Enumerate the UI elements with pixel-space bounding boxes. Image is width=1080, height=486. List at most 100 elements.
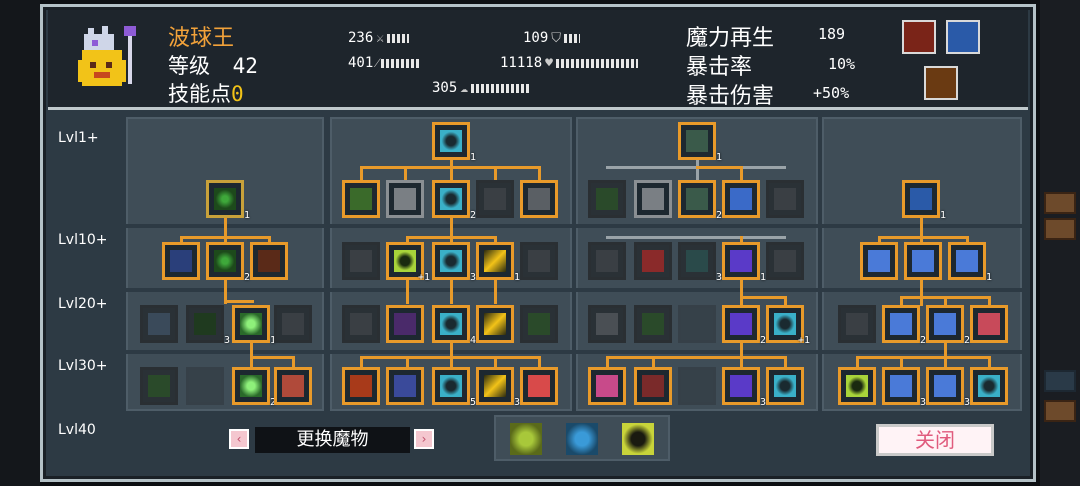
- skill-node[interactable]: 3: [722, 367, 766, 408]
- water-monster-icon[interactable]: [566, 423, 598, 455]
- skill-node[interactable]: 1: [948, 242, 992, 283]
- skill-node-locked[interactable]: 3: [186, 305, 230, 346]
- skill-node[interactable]: [342, 367, 380, 405]
- skill-node[interactable]: [634, 180, 672, 218]
- skill-node[interactable]: [722, 180, 760, 218]
- skill-node[interactable]: [386, 305, 424, 343]
- skill-node[interactable]: [476, 305, 514, 343]
- tree-connector: [856, 356, 990, 359]
- skill-node-locked[interactable]: [588, 305, 626, 343]
- skill-node[interactable]: [860, 242, 898, 280]
- purple-shield-icon: [730, 313, 752, 335]
- staff-icon: ⁄: [376, 56, 379, 71]
- skill-node[interactable]: 3: [926, 367, 970, 408]
- skill-node-locked[interactable]: [838, 305, 876, 343]
- skill-node[interactable]: [904, 242, 942, 280]
- heart-icon: [282, 313, 304, 335]
- skill-node[interactable]: [970, 305, 1008, 343]
- skill-node[interactable]: [386, 367, 424, 405]
- skill-node-locked[interactable]: [274, 305, 312, 343]
- skill-node-locked[interactable]: [520, 305, 558, 343]
- skill-node[interactable]: [520, 180, 558, 218]
- skill-node[interactable]: 3: [882, 367, 926, 408]
- skill-node[interactable]: [342, 180, 380, 218]
- skill-node[interactable]: 5: [432, 367, 476, 408]
- spore-icon: [214, 188, 236, 210]
- skill-node[interactable]: [970, 367, 1008, 405]
- tree-connector: [360, 356, 540, 359]
- skill-node-locked[interactable]: [588, 180, 626, 218]
- boot-icon: [528, 188, 550, 210]
- skill-node[interactable]: 1: [678, 122, 722, 163]
- defense-buff-icon[interactable]: [946, 20, 980, 54]
- skill-node[interactable]: +1: [766, 305, 810, 346]
- skill-node[interactable]: 3: [476, 367, 520, 408]
- leaf-monster-icon[interactable]: [510, 423, 542, 455]
- skill-node[interactable]: 1: [722, 242, 766, 283]
- wolf-icon: [642, 188, 664, 210]
- skill-node[interactable]: [386, 180, 424, 218]
- tree-connector: [406, 280, 409, 304]
- hero-avatar: [78, 26, 136, 86]
- skill-node[interactable]: 1: [432, 122, 476, 163]
- skill-node-locked[interactable]: [678, 305, 716, 343]
- tree-connector: [224, 300, 254, 303]
- skill-node-locked[interactable]: [476, 180, 514, 218]
- skill-node-locked[interactable]: [766, 180, 804, 218]
- attack-buff-icon[interactable]: [902, 20, 936, 54]
- node-count: 1: [469, 152, 476, 163]
- skill-node[interactable]: +1: [386, 242, 430, 283]
- skill-node[interactable]: 2: [722, 305, 766, 346]
- skill-node-locked[interactable]: [342, 305, 380, 343]
- heart-icon: ♥: [545, 55, 553, 71]
- down-arrow-icon: [258, 250, 280, 272]
- special-buff-icon[interactable]: [924, 66, 958, 100]
- skill-node[interactable]: [520, 367, 558, 405]
- staff-icon: [484, 188, 506, 210]
- skill-node-locked[interactable]: [634, 305, 672, 343]
- skill-node[interactable]: 1: [206, 180, 250, 221]
- skill-node-locked[interactable]: [520, 242, 558, 280]
- close-button[interactable]: 关闭: [876, 424, 994, 456]
- skill-node[interactable]: 2: [232, 367, 276, 408]
- tree-connector: [696, 166, 742, 169]
- skill-node-locked[interactable]: [588, 242, 626, 280]
- skill-node[interactable]: 2: [678, 180, 722, 221]
- skill-node-locked[interactable]: [140, 305, 178, 343]
- skill-node[interactable]: 2: [432, 180, 476, 221]
- skill-node[interactable]: 4: [432, 305, 476, 346]
- tree-connector: [494, 280, 497, 304]
- skill-node[interactable]: [162, 242, 200, 280]
- skill-node-locked[interactable]: [140, 367, 178, 405]
- skill-node-locked[interactable]: [342, 242, 380, 280]
- spark-monster-icon[interactable]: [622, 423, 654, 455]
- skill-node[interactable]: 2: [926, 305, 970, 346]
- cyan-ring-icon: [440, 375, 462, 397]
- tree-connector: [360, 166, 363, 180]
- hero-name: 波球王: [168, 26, 235, 51]
- skill-node-locked[interactable]: [766, 242, 804, 280]
- prev-monster-button[interactable]: ‹: [229, 429, 249, 449]
- level-value: 42: [232, 54, 258, 78]
- green-flame-icon: [240, 313, 262, 335]
- skill-node[interactable]: 3: [432, 242, 476, 283]
- spore-icon: [214, 250, 236, 272]
- skill-node[interactable]: 2: [206, 242, 250, 283]
- skill-node-locked[interactable]: [186, 367, 224, 405]
- skill-node-locked[interactable]: [634, 242, 672, 280]
- skill-node[interactable]: [588, 367, 626, 405]
- skill-node[interactable]: 2: [882, 305, 926, 346]
- skill-node[interactable]: [838, 367, 876, 405]
- skill-node[interactable]: 1: [232, 305, 276, 346]
- skill-node[interactable]: [274, 367, 312, 405]
- skill-node[interactable]: [766, 367, 804, 405]
- skill-node-locked[interactable]: 3: [678, 242, 722, 283]
- skill-node[interactable]: [250, 242, 288, 280]
- skill-node[interactable]: 1: [476, 242, 520, 283]
- skill-node-locked[interactable]: [678, 367, 716, 405]
- skill-node[interactable]: [634, 367, 672, 405]
- tree-connector: [450, 280, 453, 304]
- skill-node[interactable]: 1: [902, 180, 946, 221]
- tree-connector: [878, 236, 968, 239]
- next-monster-button[interactable]: ›: [414, 429, 434, 449]
